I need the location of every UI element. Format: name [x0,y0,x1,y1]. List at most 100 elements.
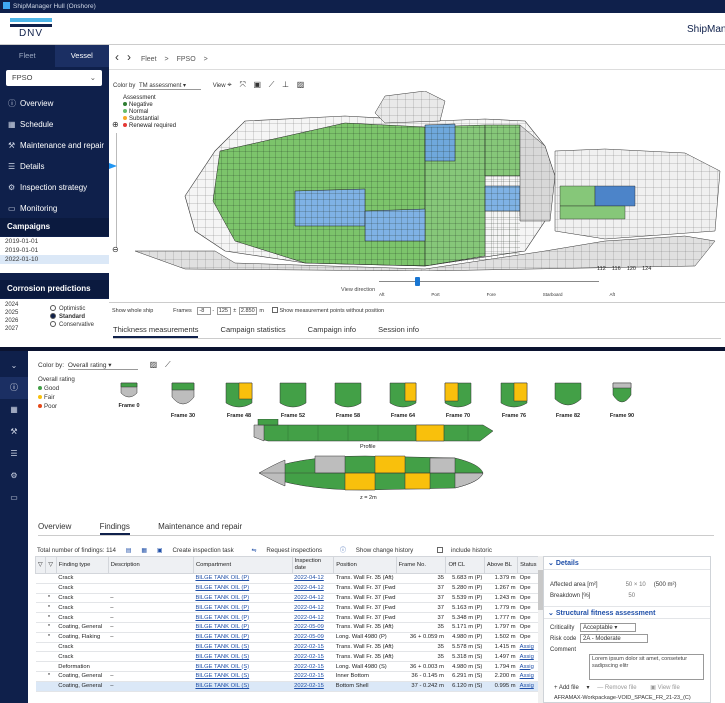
details-header[interactable]: ⌄ Details [544,557,710,570]
frame-section[interactable]: Frame 90 [609,381,635,419]
col-inspection-date[interactable]: Inspection date [291,556,335,574]
table-row[interactable]: Crack BILGE TANK OIL (P) 2022-04-12 Trans. … [35,573,540,584]
cell-compartment[interactable]: BILGE TANK OIL (S) [193,661,293,672]
breadcrumb-fleet[interactable]: Fleet [141,56,157,63]
table-row[interactable]: * Coating, General – BILGE TANK OIL (S) 2022… [35,671,540,682]
frame-section[interactable]: Frame 48 [224,381,254,419]
image-icon[interactable]: ▨ [150,360,158,369]
frame-from-input[interactable]: -8 [197,306,212,315]
tab-vessel[interactable]: Vessel [54,45,109,67]
create-task-button[interactable]: ▣ Create inspection task [157,547,242,554]
cell-inspection-date[interactable]: 2022-04-12 [292,602,334,614]
tab-findings[interactable]: Findings [99,522,130,535]
cell-inspection-date[interactable]: 2022-05-09 [292,622,334,633]
show-points-checkbox[interactable] [271,307,278,313]
table-row[interactable]: * Crack – BILGE TANK OIL (P) 2022-04-12 Trans… [35,602,540,614]
cell-inspection-date[interactable]: 2022-04-12 [292,583,334,594]
col-off-cl[interactable]: Off CL [445,556,485,574]
cell-status[interactable]: Assig [517,651,540,663]
vessel-select[interactable]: FPSO ⌄ [6,70,102,86]
frame-section[interactable]: Frame 58 [333,381,363,419]
year-list[interactable]: 2024 2025 2026 2027 [5,301,18,333]
frame-section[interactable]: Frame 70 [443,381,473,419]
cell-inspection-date[interactable]: 2022-04-12 [292,612,334,623]
wrench-icon[interactable]: ⚒ [0,421,28,443]
workpackage-item[interactable]: AFRAMAX-Workpackage-VOID_SPACE_FR_21-23_… [554,695,691,701]
cell-inspection-date[interactable]: 2022-02-15 [292,651,334,663]
cell-inspection-date[interactable]: 2022-04-12 [292,593,334,604]
cell-inspection-date[interactable]: 2022-05-09 [292,632,334,643]
scenario-optimistic[interactable]: Optimistic [50,305,94,313]
campaign-item[interactable]: 2019-01-01 [0,237,109,246]
list-icon[interactable]: ☰ [0,443,28,465]
zoom-slider[interactable] [116,133,117,248]
frame-section[interactable]: Frame 64 [388,381,418,419]
show-history-button[interactable]: ⓘ Show change history [340,547,421,554]
view-direction-slider[interactable] [379,281,599,282]
cell-compartment[interactable]: BILGE TANK OIL (P) [193,602,293,614]
ship-3d-view[interactable] [125,91,725,271]
tab-thickness-measurements[interactable]: Thickness measurements [113,325,199,338]
request-inspections-button[interactable]: ⇋ Request inspections [251,547,330,554]
tab-maintenance-repair[interactable]: Maintenance and repair [158,522,242,533]
cell-compartment[interactable]: BILGE TANK OIL (P) [193,573,293,584]
table-row[interactable]: Coating, General – BILGE TANK OIL (S) 2022-… [35,681,540,692]
frame-section[interactable]: Frame 30 [169,381,197,419]
image-icon[interactable]: ▨ [297,80,305,89]
year-item[interactable]: 2027 [5,325,18,333]
frame-section[interactable]: Frame 76 [499,381,529,419]
frame-section[interactable]: Frame 82 [553,381,583,419]
pdf-icon[interactable]: ▤ [126,547,132,554]
cell-compartment[interactable]: BILGE TANK OIL (P) [193,622,293,633]
plan-view[interactable] [255,454,485,492]
cell-status[interactable]: Assig [517,671,540,682]
table-row[interactable]: Deformation BILGE TANK OIL (S) 2022-02-15 L… [35,661,540,672]
sidebar-item-overview[interactable]: ⓘ Overview [0,93,109,114]
table-row[interactable]: Crack BILGE TANK OIL (S) 2022-02-15 Trans. … [35,651,540,663]
filter-icon[interactable]: ▽ [45,556,57,574]
color-by-select[interactable]: Overall rating ▾ [67,361,138,370]
col-status[interactable]: Status [517,556,540,574]
tab-session-info[interactable]: Session info [378,325,419,336]
measure-icon[interactable]: ⟋ [269,80,275,90]
measure-icon[interactable]: ⟋ [165,360,171,370]
scenario-standard[interactable]: Standard [50,313,94,321]
view-file-button[interactable]: ▣ View file [650,685,686,691]
cell-inspection-date[interactable]: 2022-02-15 [292,681,334,692]
year-item[interactable]: 2026 [5,317,18,325]
col-frame-no[interactable]: Frame No. [395,556,447,574]
sidebar-item-monitoring[interactable]: ▭ Monitoring [0,198,109,219]
frame-section[interactable]: Frame 0 [117,381,141,409]
view-direction-handle[interactable] [415,277,420,286]
frame-to-input[interactable]: 125 [216,306,231,315]
cell-compartment[interactable]: BILGE TANK OIL (P) [193,583,293,594]
campaign-item[interactable]: 2019-01-01 [0,246,109,255]
table-row[interactable]: * Crack – BILGE TANK OIL (P) 2022-04-12 Trans… [35,593,540,604]
scenario-conservative[interactable]: Conservative [50,321,94,329]
table-row[interactable]: * Crack – BILGE TANK OIL (P) 2022-04-12 Trans… [35,612,540,623]
cell-compartment[interactable]: BILGE TANK OIL (P) [193,612,293,623]
section-icon[interactable]: ⊥ [282,80,289,89]
col-finding-type[interactable]: Finding type [55,556,109,574]
table-row[interactable]: * Coating, General – BILGE TANK OIL (P) 2022… [35,622,540,633]
cell-compartment[interactable]: BILGE TANK OIL (S) [193,651,293,663]
col-position[interactable]: Position [333,556,397,574]
calendar-icon[interactable]: ▦ [0,399,28,421]
criticality-select[interactable]: Acceptable ▾ [580,623,637,632]
fit-icon[interactable]: ⤧ [239,80,245,90]
sidebar-item-details[interactable]: ☰ Details [0,156,109,177]
tab-overview[interactable]: Overview [38,522,71,533]
year-item[interactable]: 2024 [5,301,18,309]
year-item[interactable]: 2025 [5,309,18,317]
sidebar-item-maintenance[interactable]: ⚒ Maintenance and repair [0,135,109,156]
depth-input[interactable]: 2.850 [238,306,257,315]
zoom-out-icon[interactable]: ⊖ [112,245,119,254]
cell-compartment[interactable]: BILGE TANK OIL (P) [193,632,293,643]
forward-arrow-icon[interactable]: › [127,50,131,64]
sidebar-item-schedule[interactable]: ▦ Schedule [0,114,109,135]
comment-textarea[interactable]: Lorem ipsum dolor sit amet, consetetur s… [589,654,704,680]
table-row[interactable]: Crack BILGE TANK OIL (P) 2022-04-12 Trans. … [35,583,540,594]
zoom-in-icon[interactable]: ⊕ [112,120,119,129]
col-description[interactable]: Description [107,556,194,574]
back-arrow-icon[interactable]: ‹ [115,50,119,64]
